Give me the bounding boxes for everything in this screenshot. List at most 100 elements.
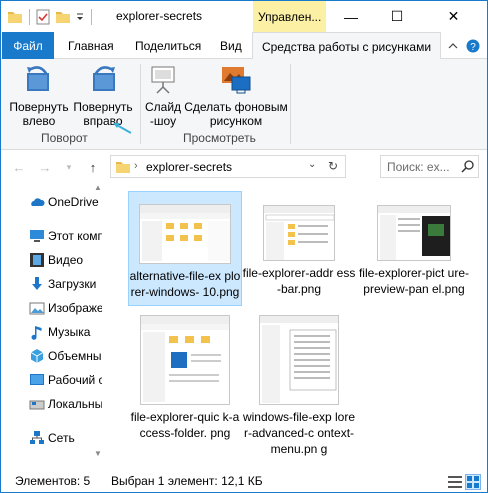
tab-view[interactable]: Вид [220,32,242,59]
file-tile[interactable]: windows-file-exp lorer-advanced-c ontext… [242,311,356,456]
scroll-down-icon[interactable]: ▼ [94,449,102,458]
file-list: alternative-file-ex plorer-windows- 10.p… [102,183,487,461]
pictures-icon [29,300,45,316]
scroll-up-icon[interactable]: ▲ [94,183,102,192]
minimize-icon: — [344,8,358,25]
nav-item-this-pc[interactable]: Этот компьютер [1,224,102,248]
folder-icon [115,159,131,178]
maximize-button[interactable]: ☐ [374,1,420,32]
slideshow-label: Слайд -шоу [145,100,182,128]
tab-file[interactable]: Файл [2,32,54,59]
nav-item-label: OneDrive [48,195,99,209]
ribbon-group-divider [290,64,291,144]
set-background-label: Сделать фоновым рисунком [184,100,288,128]
nav-item-network[interactable]: Сеть [1,426,102,450]
nav-item-music[interactable]: Музыка [1,320,102,344]
recent-locations-icon[interactable]: ▾ [61,159,77,175]
ribbon-group-divider [140,64,141,144]
navigation-bar: ← → ▾ ↑ › explorer-secrets ⌄ ↻ Поиск: ex… [1,151,487,183]
file-thumbnail [139,204,231,264]
context-tab-header: Управлен... [253,1,326,32]
file-name: file-explorer-quic k-access-folder. png [130,410,240,440]
nav-pane-scrollbar[interactable]: ▲ ▼ [93,183,102,461]
breadcrumb-chevron-icon[interactable]: › [134,160,138,172]
file-name: windows-file-exp lorer-advanced-c ontext… [242,410,356,456]
refresh-icon[interactable]: ↻ [328,159,338,173]
slideshow-button[interactable]: Слайд -шоу [145,63,181,128]
explorer-window: explorer-secrets Управлен... — ☐ ✕ Файл … [0,0,488,493]
minimize-button[interactable]: — [328,1,374,32]
nav-item-label: Загрузки [48,277,97,291]
set-background-icon [220,63,252,95]
tab-picture-tools[interactable]: Средства работы с рисунками [252,32,441,60]
nav-item-label: Сеть [48,431,75,445]
video-icon [29,252,45,268]
nav-item-label: Видео [48,253,84,267]
customize-toolbar-icon[interactable] [75,9,85,25]
status-bar: Элементов: 5 Выбран 1 элемент: 12,1 КБ [1,469,487,492]
rotate-left-button[interactable]: Повернуть влево [7,63,71,128]
nav-item-videos[interactable]: Видео [1,248,102,272]
desktop-icon [29,372,45,388]
ribbon-tabs: Файл Главная Поделиться Вид Средства раб… [1,32,487,60]
window-title: explorer-secrets [116,9,203,23]
new-folder-icon[interactable] [55,9,71,25]
nav-item-label: Музыка [48,325,91,339]
computer-icon [29,228,45,244]
network-icon [29,430,45,446]
address-bar[interactable]: › explorer-secrets ⌄ ↻ [110,155,346,178]
forward-arrow-icon[interactable]: → [37,159,53,175]
details-view-icon[interactable] [447,474,463,490]
search-input[interactable]: Поиск: ex... [387,160,450,174]
close-button[interactable]: ✕ [420,1,487,32]
file-thumbnail [140,315,230,405]
items-count: Элементов: 5 [15,474,91,488]
maximize-icon: ☐ [390,8,404,24]
search-icon [461,159,475,176]
pointer-arrow-icon [111,121,133,138]
nav-item-downloads[interactable]: Загрузки [1,272,102,296]
rotate-right-icon [87,63,119,95]
file-tile[interactable]: alternative-file-ex plorer-windows- 10.p… [128,191,242,306]
title-bar: explorer-secrets Управлен... — ☐ ✕ [1,1,487,32]
address-path: explorer-secrets [146,160,233,174]
file-tile[interactable]: file-explorer-pict ure-preview-pan el.pn… [357,191,471,306]
svg-text:?: ? [470,42,476,53]
music-icon [29,324,45,340]
nav-item-local-disk[interactable]: Локальный диск [1,392,102,416]
nav-item-pictures[interactable]: Изображения [1,296,102,320]
toolbar-separator [91,9,92,25]
search-box[interactable]: Поиск: ex... [380,155,479,178]
slideshow-icon [147,63,179,95]
address-dropdown-icon[interactable]: ⌄ [308,159,316,170]
folder-icon [7,9,23,25]
up-arrow-icon[interactable]: ↑ [85,159,101,175]
file-name: file-explorer-pict ure-preview-pan el.pn… [358,266,470,296]
view-group-label: Просмотреть [183,131,256,145]
file-tile[interactable]: file-explorer-quic k-access-folder. png [128,311,242,451]
nav-item-desktop[interactable]: Рабочий стол [1,368,102,392]
tab-share[interactable]: Поделиться [135,32,201,59]
file-thumbnail [259,315,339,405]
3d-icon [29,348,45,364]
set-background-button[interactable]: Сделать фоновым рисунком [184,63,288,128]
file-tile[interactable]: file-explorer-addr ess-bar.png [242,191,356,306]
file-name: file-explorer-addr ess-bar.png [242,266,356,296]
toolbar-separator [29,9,30,25]
properties-icon[interactable] [35,9,51,25]
ribbon-panel: Повернуть влево Повернуть вправо Поворот… [1,59,487,150]
file-name: alternative-file-ex plorer-windows- 10.p… [129,269,241,299]
rotate-group-label: Поворот [41,131,88,145]
chevron-up-icon[interactable] [445,38,461,54]
navigation-pane: OneDrive Этот компьютер Видео Загрузки И… [1,183,102,461]
nav-item-3d-objects[interactable]: Объемные объекты [1,344,102,368]
close-icon: ✕ [447,8,460,24]
rotate-right-button[interactable]: Повернуть вправо [71,63,135,128]
rotate-left-icon [23,63,55,95]
nav-item-onedrive[interactable]: OneDrive [1,190,102,214]
large-icons-view-icon[interactable] [465,474,481,490]
back-arrow-icon[interactable]: ← [11,159,27,175]
tab-home[interactable]: Главная [68,32,114,59]
help-icon[interactable]: ? [465,38,481,54]
file-thumbnail [263,205,335,261]
